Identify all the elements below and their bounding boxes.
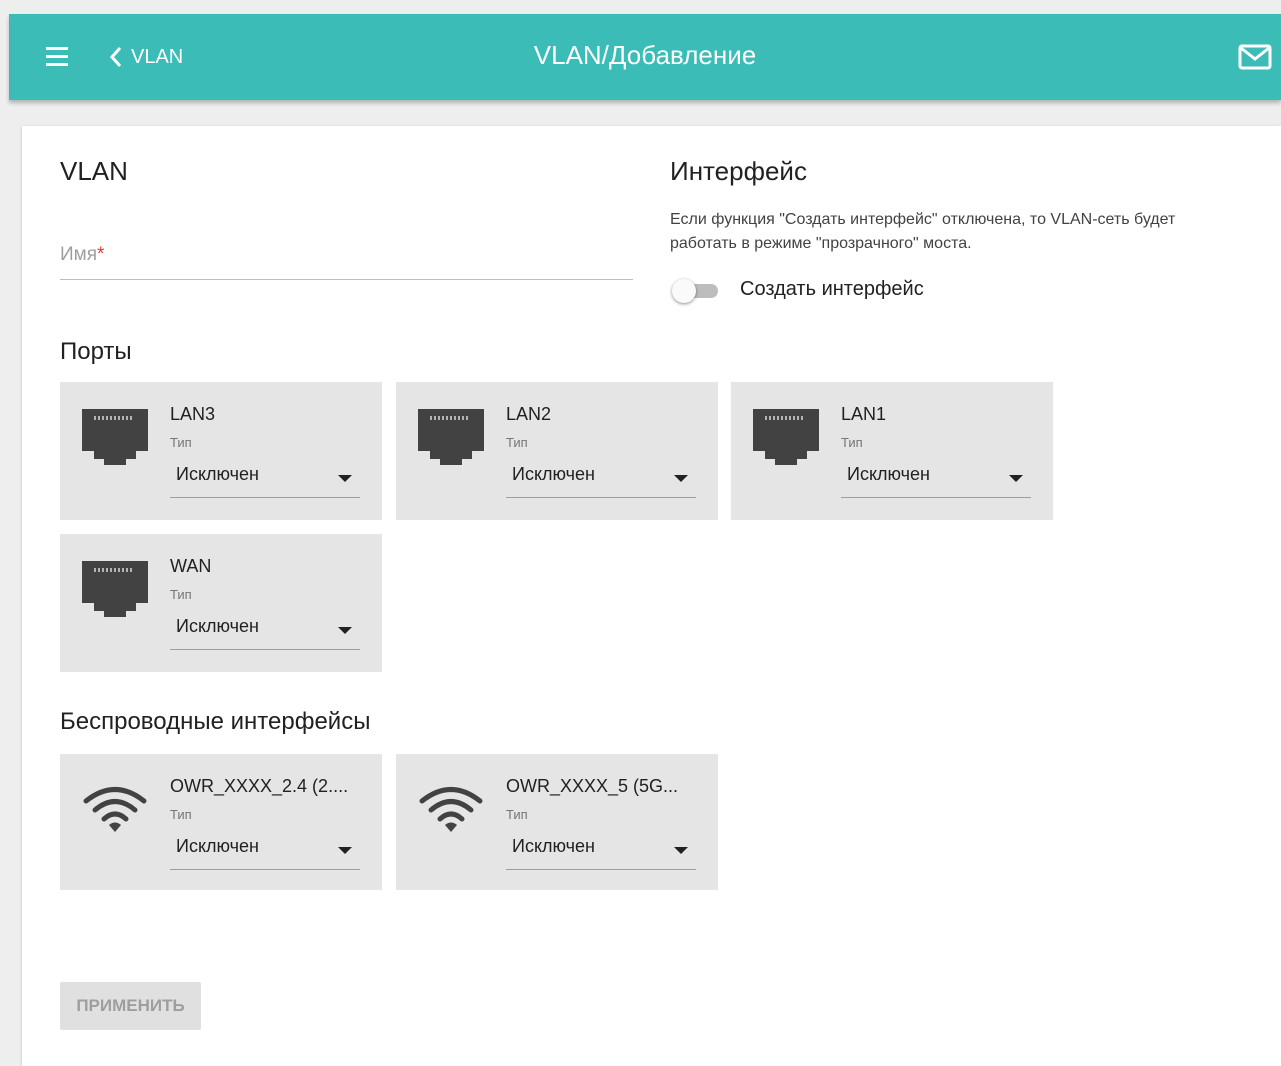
type-label: Тип bbox=[170, 435, 192, 450]
dropdown-arrow-icon bbox=[338, 847, 352, 854]
dropdown-arrow-icon bbox=[338, 475, 352, 482]
dropdown-arrow-icon bbox=[674, 475, 688, 482]
wireless-card-2g: OWR_XXXX_2.4 (2.... Тип Исключен bbox=[60, 754, 382, 890]
port-type-select[interactable]: Исключен bbox=[170, 608, 360, 650]
interface-heading: Интерфейс bbox=[670, 156, 807, 186]
wireless-type-select[interactable]: Исключен bbox=[506, 828, 696, 870]
wireless-card-5g: OWR_XXXX_5 (5G... Тип Исключен bbox=[396, 754, 718, 890]
ethernet-port-icon bbox=[753, 409, 819, 465]
dropdown-arrow-icon bbox=[338, 627, 352, 634]
required-mark: * bbox=[97, 244, 105, 265]
wireless-name: OWR_XXXX_5 (5G... bbox=[506, 776, 679, 796]
dropdown-arrow-icon bbox=[1009, 475, 1023, 482]
name-label: Имя* bbox=[60, 244, 105, 265]
mail-icon[interactable] bbox=[1238, 44, 1272, 70]
port-type-select[interactable]: Исключен bbox=[841, 456, 1031, 498]
wifi-icon bbox=[83, 787, 147, 832]
wireless-heading: Беспроводные интерфейсы bbox=[60, 708, 371, 735]
ethernet-port-icon bbox=[82, 409, 148, 465]
dropdown-arrow-icon bbox=[674, 847, 688, 854]
wifi-icon bbox=[419, 787, 483, 832]
port-type-select[interactable]: Исключен bbox=[170, 456, 360, 498]
name-input[interactable]: Имя* bbox=[60, 236, 633, 280]
port-type-value: Исключен bbox=[512, 464, 595, 484]
top-app-bar: VLAN VLAN/Добавление bbox=[9, 14, 1281, 100]
type-label: Тип bbox=[506, 807, 528, 822]
ethernet-port-icon bbox=[82, 561, 148, 617]
content-card: VLAN Имя* Интерфейс Если функция "Создат… bbox=[22, 126, 1281, 1066]
wireless-type-value: Исключен bbox=[512, 836, 595, 856]
type-label: Тип bbox=[841, 435, 863, 450]
apply-button[interactable]: ПРИМЕНИТЬ bbox=[60, 982, 201, 1030]
port-type-value: Исключен bbox=[176, 616, 259, 636]
wireless-name: OWR_XXXX_2.4 (2.... bbox=[170, 776, 349, 796]
type-label: Тип bbox=[170, 587, 192, 602]
port-name: LAN1 bbox=[841, 404, 887, 424]
port-card-lan3: LAN3 Тип Исключен bbox=[60, 382, 382, 520]
port-type-select[interactable]: Исключен bbox=[506, 456, 696, 498]
port-card-lan1: LAN1 Тип Исключен bbox=[731, 382, 1053, 520]
create-interface-label: Создать интерфейс bbox=[740, 278, 924, 300]
type-label: Тип bbox=[170, 807, 192, 822]
type-label: Тип bbox=[506, 435, 528, 450]
port-card-lan2: LAN2 Тип Исключен bbox=[396, 382, 718, 520]
ethernet-port-icon bbox=[418, 409, 484, 465]
port-name: WAN bbox=[170, 556, 212, 576]
page-title: VLAN/Добавление bbox=[533, 40, 757, 70]
interface-description: Если функция "Создать интерфейс" отключе… bbox=[670, 211, 1176, 252]
port-card-wan: WAN Тип Исключен bbox=[60, 534, 382, 672]
port-type-value: Исключен bbox=[847, 464, 930, 484]
port-name: LAN2 bbox=[506, 404, 552, 424]
wireless-type-select[interactable]: Исключен bbox=[170, 828, 360, 870]
ports-heading: Порты bbox=[60, 338, 132, 365]
wireless-type-value: Исключен bbox=[176, 836, 259, 856]
port-type-value: Исключен bbox=[176, 464, 259, 484]
vlan-heading: VLAN bbox=[60, 156, 128, 186]
create-interface-toggle[interactable] bbox=[672, 279, 720, 303]
port-name: LAN3 bbox=[170, 404, 216, 424]
